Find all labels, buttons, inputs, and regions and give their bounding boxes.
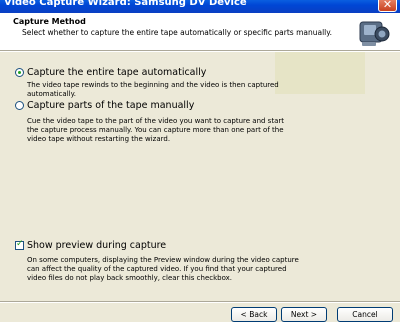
window-title: Video Capture Wizard: Samsung DV Device — [4, 0, 247, 8]
desc-line: The video tape rewinds to the beginning … — [27, 81, 279, 89]
close-button[interactable]: ✕ — [378, 0, 397, 12]
option-parts-manually[interactable]: Capture parts of the tape manually — [15, 100, 194, 111]
footer-divider — [0, 301, 400, 303]
desc-line: On some computers, displaying the Previe… — [27, 256, 299, 264]
desc-line: the capture process manually. You can ca… — [27, 126, 284, 134]
option-label-parts-manually: Capture parts of the tape manually — [27, 100, 195, 111]
title-bar: Video Capture Wizard: Samsung DV Device … — [0, 0, 400, 13]
preview-checkbox[interactable] — [15, 239, 24, 250]
wizard-header: Capture Method Select whether to capture… — [0, 13, 400, 50]
close-icon: ✕ — [382, 0, 393, 11]
next-button[interactable]: Next > — [281, 307, 327, 322]
desc-line: Cue the video tape to the part of the vi… — [27, 117, 284, 125]
preview-checkbox-row[interactable]: Show preview during capture — [15, 239, 167, 251]
desc-line: video files do not play back smoothly, c… — [27, 274, 233, 282]
cancel-button[interactable]: Cancel — [337, 307, 393, 322]
video-camera-icon — [359, 21, 390, 46]
desc-line: video tape without restarting the wizard… — [27, 135, 171, 143]
option-description-entire-tape: The video tape rewinds to the beginning … — [27, 81, 279, 99]
preview-description: On some computers, displaying the Previe… — [27, 256, 299, 283]
option-label-entire-tape: Capture the entire tape automatically — [27, 67, 207, 78]
radio-entire-tape[interactable] — [15, 68, 24, 77]
radio-parts-manually[interactable] — [15, 101, 24, 110]
option-description-parts-manually: Cue the video tape to the part of the vi… — [27, 117, 284, 144]
preview-label: Show preview during capture — [27, 240, 167, 251]
back-button[interactable]: < Back — [231, 307, 277, 322]
option-entire-tape[interactable]: Capture the entire tape automatically — [15, 67, 206, 78]
highlight-area — [275, 52, 365, 94]
page-subtitle: Select whether to capture the entire tap… — [22, 28, 332, 37]
page-title: Capture Method — [13, 17, 86, 26]
desc-line: can affect the quality of the captured v… — [27, 265, 287, 273]
desc-line: automatically. — [27, 90, 76, 98]
